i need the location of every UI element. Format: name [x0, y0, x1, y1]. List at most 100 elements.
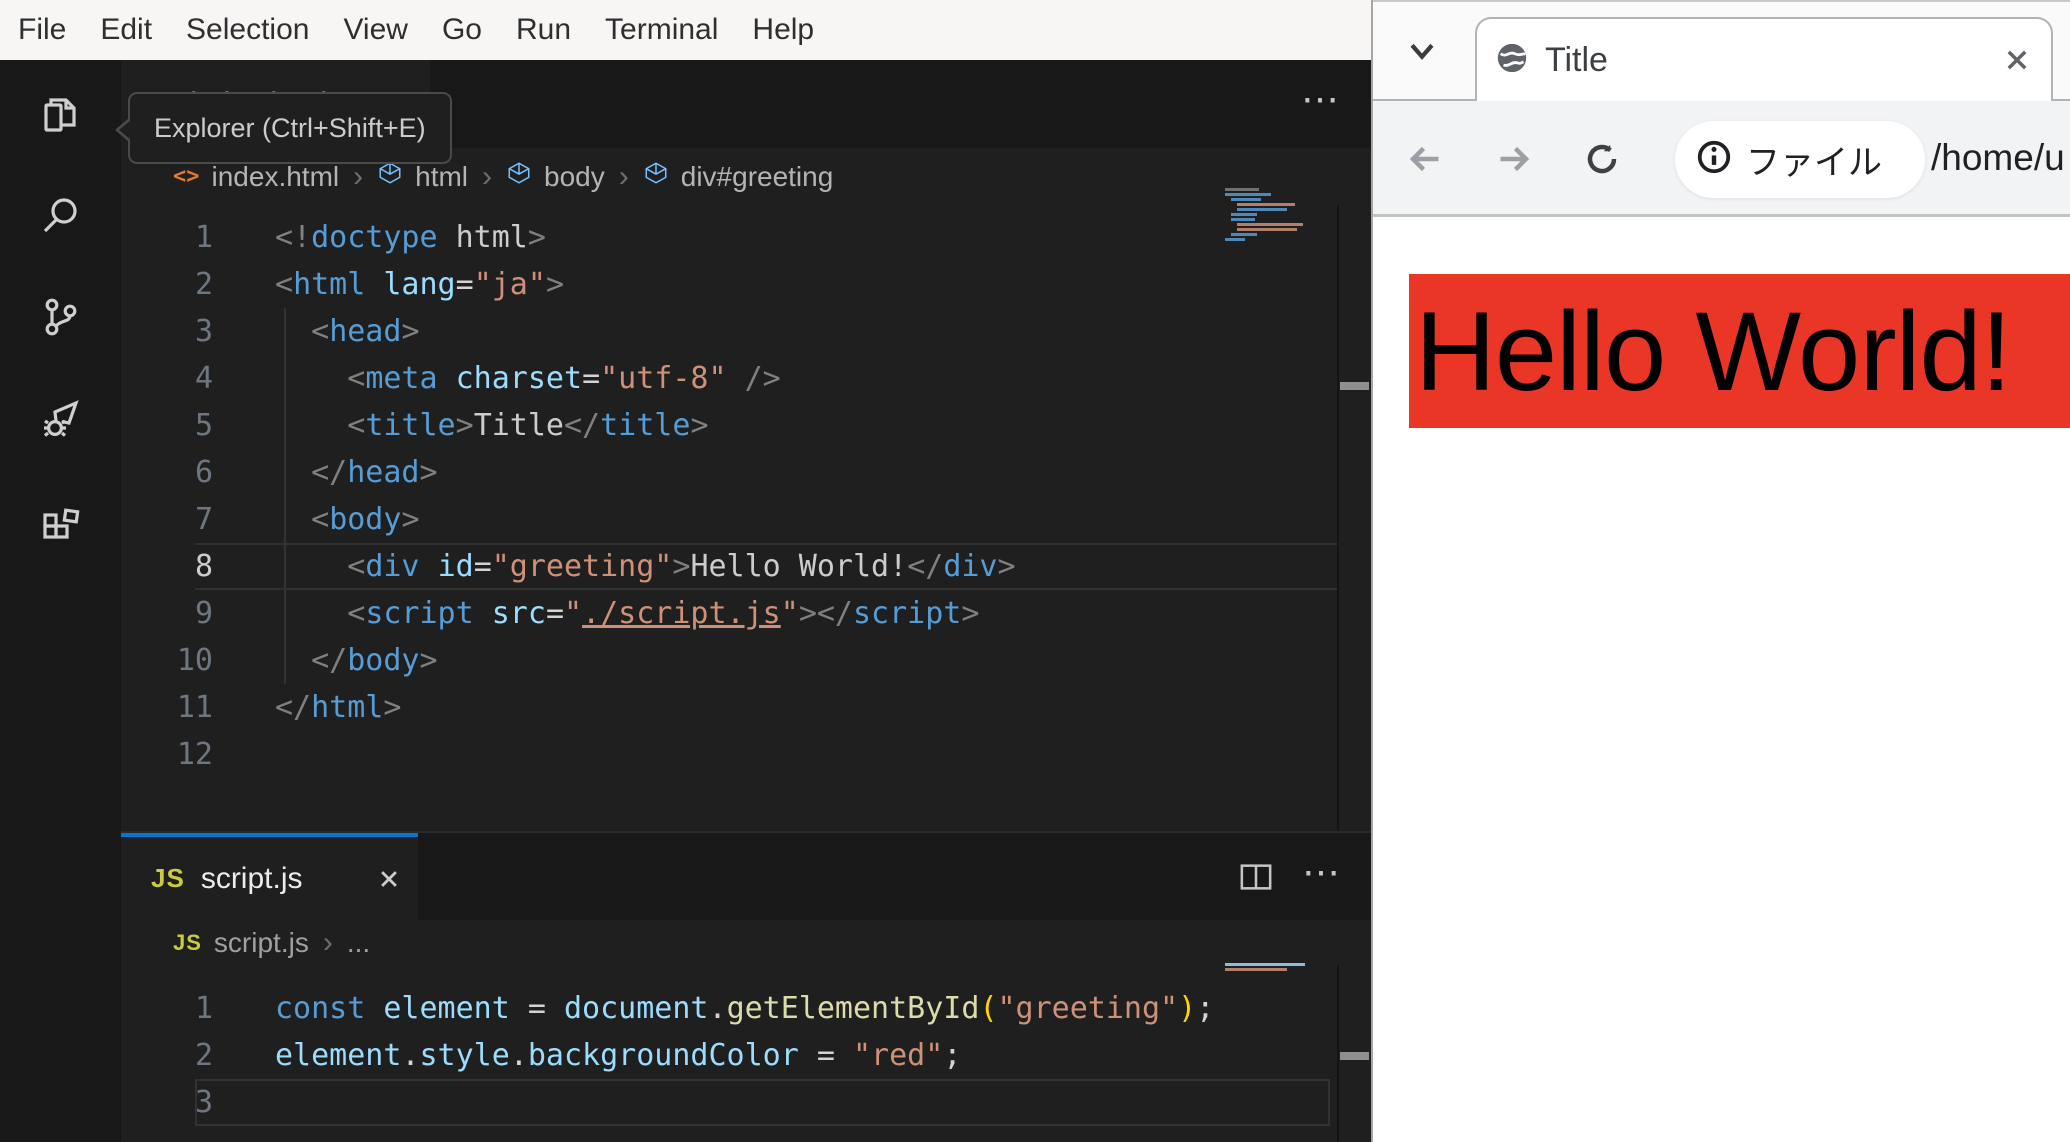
minimap-line: [1225, 968, 1287, 971]
code-line-content: <title>Title</title>: [347, 408, 709, 443]
minimap-line: [1225, 188, 1259, 191]
code-line[interactable]: 3: [121, 1079, 1337, 1126]
line-number: 3: [194, 1085, 213, 1120]
symbol-element-icon: [643, 160, 669, 193]
explorer-tooltip: Explorer (Ctrl+Shift+E): [115, 92, 452, 164]
chevron-right-icon: ›: [618, 159, 629, 193]
browser-tab-strip: Title: [1373, 0, 2070, 101]
panel-tab-bar: JS script.js ⋯: [121, 833, 1371, 920]
breadcrumb: JS script.js › ...: [121, 920, 1337, 965]
file-scheme-label: ファイル: [1746, 144, 1882, 182]
menu-item-help[interactable]: Help: [735, 0, 831, 60]
minimap-line: [1231, 218, 1255, 221]
code-line-content: <head>: [311, 314, 420, 349]
forward-button[interactable]: [1496, 141, 1532, 177]
editor-more-actions-button[interactable]: ⋯: [1290, 60, 1350, 148]
line-number: 8: [194, 549, 213, 584]
menu-item-terminal[interactable]: Terminal: [588, 0, 735, 60]
close-icon[interactable]: [378, 868, 400, 890]
minimap-line: [1225, 193, 1271, 196]
code-line[interactable]: 8 <div id="greeting">Hello World!</div>: [121, 543, 1337, 590]
chevron-right-icon: ›: [322, 925, 333, 959]
line-number: 4: [194, 361, 213, 396]
minimap-line: [1231, 213, 1257, 216]
code-line[interactable]: 12: [121, 731, 1337, 778]
menu-item-selection[interactable]: Selection: [169, 0, 326, 60]
menu-item-edit[interactable]: Edit: [83, 0, 169, 60]
run-debug-icon[interactable]: [36, 393, 86, 443]
symbol-element-icon: [377, 160, 403, 193]
code-line-content: <div id="greeting">Hello World!</div>: [347, 549, 1016, 584]
breadcrumb-item-file[interactable]: script.js: [214, 927, 309, 959]
code-line[interactable]: 1 const element = document.getElementById…: [121, 985, 1337, 1032]
browser-tab[interactable]: Title: [1475, 17, 2053, 101]
breadcrumb-item-html[interactable]: html: [415, 161, 468, 193]
minimap-line: [1225, 963, 1305, 966]
extensions-icon[interactable]: [36, 494, 86, 544]
code-line[interactable]: 7 <body>: [121, 496, 1337, 543]
breadcrumb-item-symbols[interactable]: ...: [347, 927, 370, 959]
code-line-content: const element = document.getElementById(…: [275, 991, 1215, 1026]
search-icon[interactable]: [36, 191, 86, 241]
code-line[interactable]: 9 <script src="./script.js"></script>: [121, 590, 1337, 637]
code-line-content: </body>: [311, 643, 438, 678]
code-line-content: </html>: [275, 690, 402, 725]
menu-item-view[interactable]: View: [326, 0, 424, 60]
code-line-content: <meta charset="utf-8" />: [347, 361, 781, 396]
line-number: 12: [176, 737, 213, 772]
chevron-right-icon: ›: [482, 159, 493, 193]
code-line-content: <!doctype html>: [275, 220, 546, 255]
editor-more-actions-button[interactable]: ⋯: [1291, 833, 1351, 920]
minimap-line: [1237, 223, 1303, 226]
line-number: 7: [194, 502, 213, 537]
code-line[interactable]: 6 </head>: [121, 449, 1337, 496]
explorer-icon[interactable]: [36, 90, 86, 140]
close-icon[interactable]: [2003, 46, 2031, 74]
code-editor-html[interactable]: 1 <!doctype html> 2 <html lang="ja"> 3 <head…: [121, 214, 1337, 779]
split-editor-button[interactable]: [1231, 833, 1281, 920]
line-number: 5: [194, 408, 213, 443]
window-top-border: [1373, 0, 2070, 2]
line-number: 9: [194, 596, 213, 631]
code-line[interactable]: 4 <meta charset="utf-8" />: [121, 355, 1337, 402]
breadcrumb-item-body[interactable]: body: [544, 161, 605, 193]
code-editor-js[interactable]: 1 const element = document.getElementById…: [121, 985, 1337, 1142]
code-line[interactable]: 11 </html>: [121, 684, 1337, 731]
browser-toolbar: ファイル /home/u: [1373, 101, 2070, 215]
code-line[interactable]: 10 </body>: [121, 637, 1337, 684]
minimap-line: [1237, 208, 1287, 211]
js-file-icon: JS: [173, 929, 202, 955]
line-number: 2: [194, 1038, 213, 1073]
code-line[interactable]: 5 <title>Title</title>: [121, 402, 1337, 449]
code-line-content: </head>: [311, 455, 438, 490]
breadcrumb-item-file[interactable]: index.html: [212, 161, 340, 193]
menu-item-go[interactable]: Go: [425, 0, 499, 60]
breadcrumb-item-div-greeting[interactable]: div#greeting: [681, 161, 834, 193]
menu-item-run[interactable]: Run: [499, 0, 588, 60]
scrollbar-marker[interactable]: [1340, 1052, 1369, 1060]
chevron-right-icon: ›: [353, 159, 364, 193]
source-control-icon[interactable]: [36, 292, 86, 342]
code-line[interactable]: 3 <head>: [121, 308, 1337, 355]
address-bar-url[interactable]: /home/u: [1931, 101, 2070, 215]
minimap-line: [1231, 198, 1261, 201]
menu-item-file[interactable]: File: [1, 0, 83, 60]
browser-page: Hello World!: [1373, 217, 2070, 1142]
line-number: 2: [194, 267, 213, 302]
line-number: 3: [194, 314, 213, 349]
minimap-line: [1237, 203, 1295, 206]
scrollbar-marker[interactable]: [1340, 382, 1369, 390]
chevron-down-icon[interactable]: [1405, 36, 1439, 66]
tab-script-js[interactable]: JS script.js: [121, 837, 418, 920]
code-line[interactable]: 1 <!doctype html>: [121, 214, 1337, 261]
minimap-line: [1231, 233, 1257, 236]
globe-icon: [1495, 41, 1529, 80]
reload-button[interactable]: [1584, 141, 1620, 177]
code-line[interactable]: 2 element.style.backgroundColor = "red";: [121, 1032, 1337, 1079]
minimap-line: [1225, 238, 1245, 241]
code-line[interactable]: 2 <html lang="ja">: [121, 261, 1337, 308]
back-button[interactable]: [1407, 141, 1443, 177]
site-info-chip[interactable]: ファイル: [1675, 121, 1925, 198]
code-line-content: <script src="./script.js"></script>: [347, 596, 980, 631]
info-icon: [1695, 138, 1733, 181]
